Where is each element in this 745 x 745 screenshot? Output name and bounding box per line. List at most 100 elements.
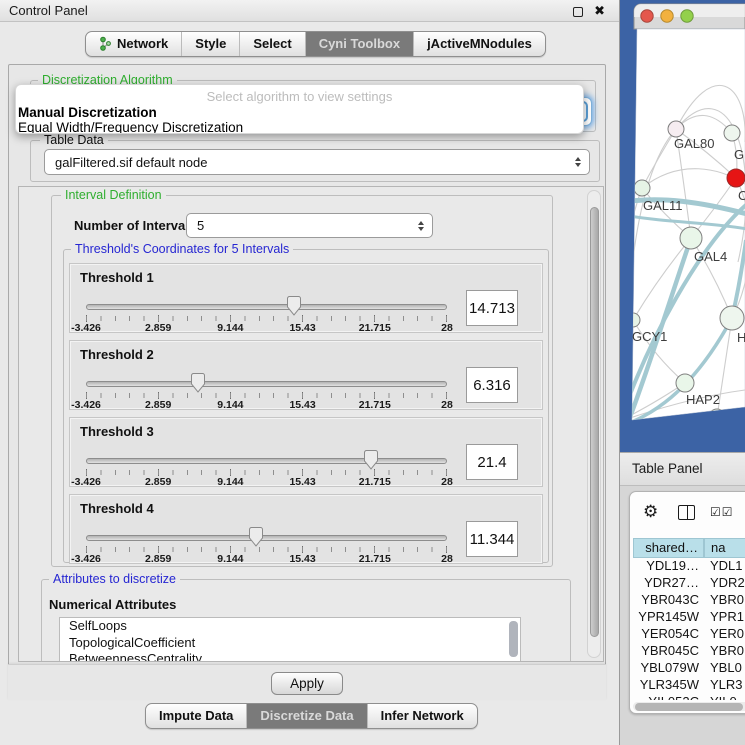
- number-of-intervals-combobox[interactable]: 5: [186, 213, 433, 238]
- node-label-c: C: [738, 188, 745, 203]
- tab-jactivemnodules[interactable]: jActiveMNodules: [413, 32, 545, 56]
- tab-select[interactable]: Select: [239, 32, 304, 56]
- tab-label: Network: [117, 36, 168, 51]
- scrollbar-thumb[interactable]: [635, 703, 743, 711]
- tab-infer-network[interactable]: Infer Network: [367, 704, 477, 728]
- threshold-4-slider[interactable]: -3.4262.8599.14415.4321.71528: [86, 531, 447, 565]
- list-scrollbar[interactable]: [509, 621, 518, 657]
- slider-minor-ticks: [86, 547, 447, 552]
- attributes-group-title: Attributes to discretize: [49, 572, 180, 586]
- tab-label: Cyni Toolbox: [319, 36, 400, 51]
- slider-track[interactable]: [86, 535, 447, 541]
- tab-impute-data[interactable]: Impute Data: [146, 704, 246, 728]
- node-label-gal80: GAL80: [674, 136, 714, 151]
- settings-vertical-scrollbar[interactable]: [587, 190, 601, 658]
- table-row[interactable]: YBL079WYBL0: [633, 660, 745, 677]
- slider-thumb[interactable]: [190, 373, 205, 393]
- table-row[interactable]: YPR145WYPR1: [633, 609, 745, 626]
- slider-thumb[interactable]: [364, 450, 379, 470]
- table-row[interactable]: YDR27…YDR2: [633, 575, 745, 592]
- spinner-icon: [575, 157, 581, 167]
- threshold-4-label: Threshold 4: [80, 501, 154, 516]
- node-gal11[interactable]: [634, 180, 650, 196]
- numerical-attributes-list: SelfLoops TopologicalCoefficient Between…: [59, 617, 521, 662]
- table-row[interactable]: YBR043CYBR0: [633, 592, 745, 609]
- tab-label: Discretize Data: [260, 708, 353, 723]
- spinner-icon: [418, 221, 424, 231]
- node-selected-red[interactable]: [727, 169, 745, 187]
- table-row[interactable]: YIL052CYIL0: [633, 694, 745, 700]
- bottom-tabbar: Impute Data Discretize Data Infer Networ…: [145, 703, 478, 729]
- apply-row: Apply: [8, 664, 606, 700]
- table-data-combobox[interactable]: galFiltered.sif default node: [44, 149, 590, 175]
- threshold-1-slider[interactable]: -3.4262.8599.14415.4321.71528: [86, 300, 447, 334]
- node-gal80[interactable]: [668, 121, 684, 137]
- top-tabbar: Network Style Select Cyni Toolbox jActiv…: [85, 31, 546, 57]
- gear-icon[interactable]: ⚙: [643, 502, 658, 522]
- control-panel-titlebar: Control Panel ✖: [0, 0, 619, 22]
- network-canvas: [620, 0, 745, 452]
- scrollbar-thumb[interactable]: [590, 207, 599, 637]
- network-view[interactable]: GAL80 G. C GAL11 GAL4 GCY1 H HAP2: [620, 0, 745, 452]
- threshold-2-value-field[interactable]: 6.316: [466, 367, 518, 403]
- node-hap2[interactable]: [676, 374, 694, 392]
- slider-thumb[interactable]: [287, 296, 302, 316]
- tab-network[interactable]: Network: [86, 32, 181, 56]
- list-item[interactable]: TopologicalCoefficient: [60, 635, 520, 652]
- slider-minor-ticks: [86, 393, 447, 398]
- threshold-2-slider[interactable]: -3.4262.8599.14415.4321.71528: [86, 377, 447, 411]
- tab-label: Impute Data: [159, 708, 233, 723]
- list-item[interactable]: BetweennessCentrality: [60, 651, 520, 662]
- tab-label: jActiveMNodules: [427, 36, 532, 51]
- node-label-g: G.: [734, 147, 745, 162]
- apply-button[interactable]: Apply: [271, 672, 343, 695]
- mac-close-icon[interactable]: [641, 10, 653, 22]
- column-header-shared[interactable]: shared…: [633, 538, 704, 558]
- table-row[interactable]: YBR045CYBR0: [633, 643, 745, 660]
- threshold-4-panel: Threshold 4 -3.4262.8599.14415.4321.7152…: [69, 494, 543, 564]
- slider-minor-ticks: [86, 470, 447, 475]
- mac-zoom-icon[interactable]: [681, 10, 693, 22]
- application-window: Control Panel ✖ Network Style Select Cyn…: [0, 0, 745, 745]
- slider-thumb[interactable]: [248, 527, 263, 547]
- slider-track[interactable]: [86, 381, 447, 387]
- slider-track[interactable]: [86, 458, 447, 464]
- threshold-4-value-field[interactable]: 11.344: [466, 521, 518, 557]
- node-top-right[interactable]: [724, 125, 740, 141]
- column-header-name[interactable]: na: [704, 538, 745, 558]
- table-row[interactable]: YER054CYER0: [633, 626, 745, 643]
- node-label-h: H: [737, 330, 745, 345]
- popup-option-manual-discretization[interactable]: Manual Discretization: [16, 105, 583, 120]
- number-of-intervals-value: 5: [197, 218, 204, 233]
- node-gal4[interactable]: [680, 227, 702, 249]
- table-panel-body: ⚙ ☑☑ shared… na YDL19…YDL1 YDR27…YDR2 YB…: [620, 486, 745, 745]
- table-row[interactable]: YLR345WYLR3: [633, 677, 745, 694]
- threshold-3-slider[interactable]: -3.4262.8599.14415.4321.71528: [86, 454, 447, 488]
- table-data-group-title: Table Data: [40, 133, 108, 147]
- tab-cyni-toolbox[interactable]: Cyni Toolbox: [305, 32, 413, 56]
- close-window-icon[interactable]: ✖: [594, 3, 605, 19]
- slider-track[interactable]: [86, 304, 447, 310]
- table-horizontal-scrollbar[interactable]: [633, 702, 745, 711]
- tab-discretize-data[interactable]: Discretize Data: [246, 704, 366, 728]
- node-h[interactable]: [720, 306, 744, 330]
- threshold-1-label: Threshold 1: [80, 270, 154, 285]
- threshold-2-panel: Threshold 2 -3.4262.8599.14415.4321.7152…: [69, 340, 543, 410]
- checkboxes-icon[interactable]: ☑☑: [710, 505, 734, 519]
- tab-label: Style: [195, 36, 226, 51]
- popup-hint: Select algorithm to view settings: [16, 85, 583, 105]
- table-rows: YDL19…YDL1 YDR27…YDR2 YBR043CYBR0 YPR145…: [633, 558, 745, 700]
- mac-minimize-icon[interactable]: [661, 10, 673, 22]
- float-window-icon[interactable]: [573, 7, 583, 17]
- columns-icon[interactable]: [678, 505, 695, 520]
- threshold-3-value-field[interactable]: 21.4: [466, 444, 518, 480]
- threshold-3-panel: Threshold 3 -3.4262.8599.14415.4321.7152…: [69, 417, 543, 487]
- tab-label: Infer Network: [381, 708, 464, 723]
- interval-definition-title: Interval Definition: [61, 188, 166, 202]
- threshold-1-value-field[interactable]: 14.713: [466, 290, 518, 326]
- popup-option-equal-width-frequency[interactable]: Equal Width/Frequency Discretization: [16, 120, 583, 134]
- list-item[interactable]: SelfLoops: [60, 618, 520, 635]
- table-row[interactable]: YDL19…YDL1: [633, 558, 745, 575]
- network-icon: [99, 36, 112, 51]
- tab-style[interactable]: Style: [181, 32, 239, 56]
